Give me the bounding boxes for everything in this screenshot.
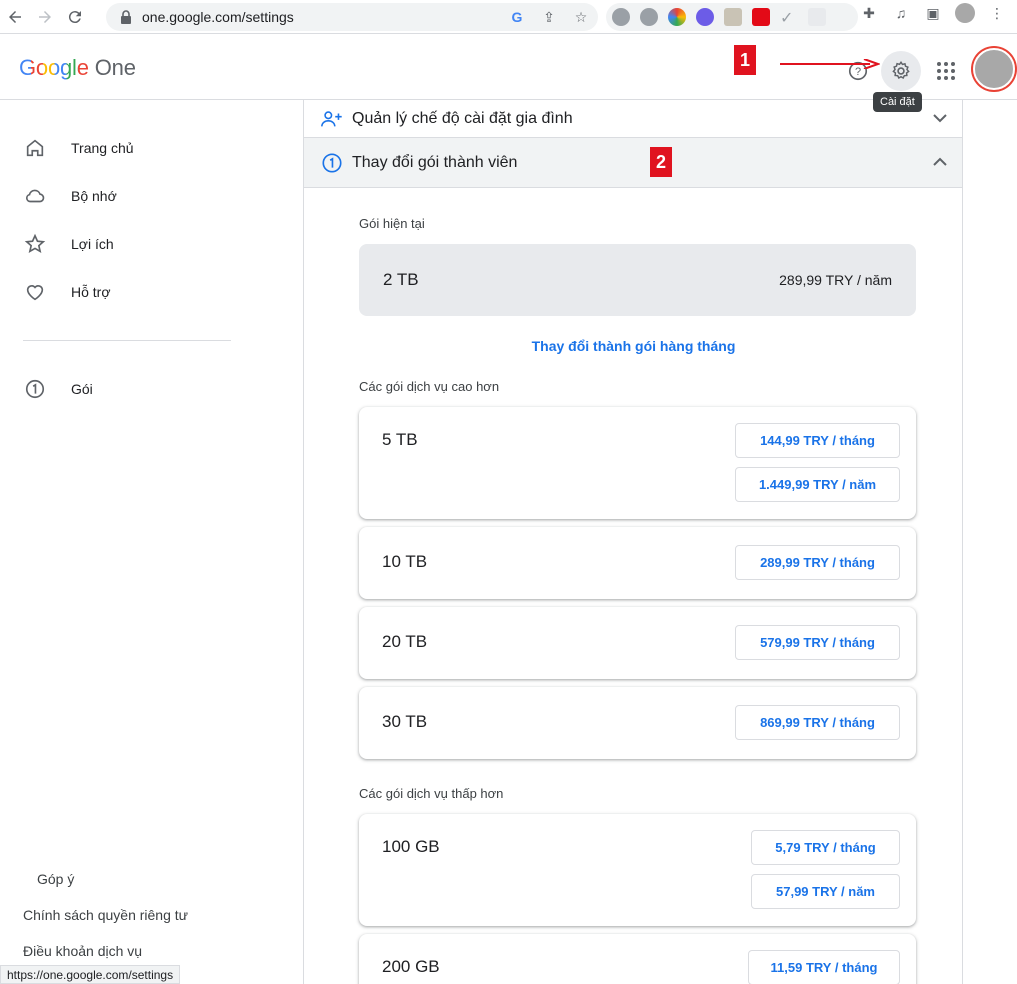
sidebar-item-label: Hỗ trợ [71, 284, 111, 300]
plan-size: 30 TB [382, 712, 428, 731]
plan-size: 200 GB [382, 957, 440, 976]
lower-plans-label: Các gói dịch vụ thấp hơn [359, 786, 504, 801]
chevron-down-icon [933, 110, 947, 128]
plan-card-200gb: 200 GB 11,59 TRY / tháng [359, 934, 916, 984]
address-bar[interactable]: one.google.com/settings G ⇪ ☆ [106, 3, 598, 31]
heart-icon [23, 280, 47, 304]
browser-profile-avatar[interactable] [955, 3, 975, 23]
privacy-policy-link[interactable]: Chính sách quyền riêng tư [23, 907, 188, 923]
share-icon[interactable]: ⇪ [540, 8, 558, 26]
change-plan-row[interactable]: Thay đổi gói thành viên [304, 138, 962, 188]
annotation-marker-1: 1 [734, 45, 756, 75]
extension-icon[interactable] [696, 8, 714, 26]
sidebar-item-label: Lợi ích [71, 236, 114, 252]
sidebar-item-plans[interactable]: Gói [23, 369, 93, 409]
text-extension-icon[interactable] [808, 8, 826, 26]
sidebar-item-storage[interactable]: Bộ nhớ [23, 176, 117, 216]
apps-icon[interactable] [926, 51, 966, 91]
plan-size: 100 GB [382, 837, 440, 856]
sidebar-nav: Trang chủ Bộ nhớ Lợi ích Hỗ trợ Gói Góp … [0, 100, 304, 984]
gear-icon[interactable] [881, 51, 921, 91]
turkey-flag-icon[interactable] [752, 8, 770, 26]
plan-monthly-price-button[interactable]: 11,59 TRY / tháng [748, 950, 900, 984]
cloud-icon [23, 184, 47, 208]
reload-icon[interactable] [60, 2, 90, 32]
url-text: one.google.com/settings [142, 9, 294, 25]
family-settings-label: Quản lý chế độ cài đặt gia đình [352, 109, 573, 127]
feedback-link[interactable]: Góp ý [37, 871, 74, 887]
extension-icon[interactable] [640, 8, 658, 26]
plan-yearly-price-button[interactable]: 1.449,99 TRY / năm [735, 467, 900, 502]
sidebar-item-label: Bộ nhớ [71, 188, 117, 204]
settings-tooltip: Cài đặt [873, 92, 922, 112]
bookmark-star-icon[interactable]: ☆ [572, 8, 590, 26]
plan-monthly-price-button[interactable]: 579,99 TRY / tháng [735, 625, 900, 660]
extension-icon[interactable] [612, 8, 630, 26]
family-settings-row[interactable]: Quản lý chế độ cài đặt gia đình [304, 100, 962, 138]
sidepanel-icon[interactable]: ▣ [923, 3, 943, 23]
kebab-menu-icon[interactable]: ⋮ [987, 3, 1007, 23]
current-plan-size: 2 TB [383, 270, 419, 289]
higher-plans-label: Các gói dịch vụ cao hơn [359, 379, 500, 394]
sidebar-item-label: Trang chủ [71, 140, 134, 156]
star-icon [23, 232, 47, 256]
browser-toolbar: one.google.com/settings G ⇪ ☆ ✓ ✚ ♫ ▣ ⋮ [0, 0, 1017, 34]
plan-size: 5 TB [382, 430, 418, 449]
current-plan-card: 2 TB 289,99 TRY / năm [359, 244, 916, 316]
ap-extension-icon[interactable] [724, 8, 742, 26]
plan-size: 10 TB [382, 552, 428, 571]
plan-card-30tb: 30 TB 869,99 TRY / tháng [359, 687, 916, 759]
annotation-arrow [780, 59, 880, 69]
plan-card-10tb: 10 TB 289,99 TRY / tháng [359, 527, 916, 599]
sidebar-divider [23, 340, 231, 341]
media-icon[interactable]: ♫ [891, 3, 911, 23]
check-extension-icon[interactable]: ✓ [780, 8, 798, 27]
right-rail [963, 100, 1017, 984]
plan-yearly-price-button[interactable]: 57,99 TRY / năm [751, 874, 900, 909]
color-picker-extension-icon[interactable] [668, 8, 686, 26]
plan-size: 20 TB [382, 632, 428, 651]
help-icon[interactable]: ? [838, 51, 878, 91]
home-icon [23, 136, 47, 160]
annotation-marker-2: 2 [650, 147, 672, 177]
settings-main-panel: Quản lý chế độ cài đặt gia đình Thay đổi… [304, 100, 963, 984]
status-bar-url: https://one.google.com/settings [0, 965, 181, 984]
plan-one-icon [23, 377, 47, 401]
switch-to-monthly-link[interactable]: Thay đổi thành gói hàng tháng [304, 338, 962, 354]
lock-icon [121, 10, 131, 24]
google-one-logo[interactable]: Google One [19, 55, 136, 81]
change-plan-label: Thay đổi gói thành viên [352, 153, 518, 171]
sidebar-item-home[interactable]: Trang chủ [23, 128, 134, 168]
add-family-icon [320, 107, 344, 131]
back-icon[interactable] [0, 2, 30, 32]
terms-of-service-link[interactable]: Điều khoản dịch vụ [23, 943, 142, 959]
current-plan-label: Gói hiện tại [359, 216, 425, 231]
forward-icon[interactable] [30, 2, 60, 32]
plan-monthly-price-button[interactable]: 5,79 TRY / tháng [751, 830, 900, 865]
extensions-bar: ✓ [606, 3, 858, 31]
plan-one-icon [320, 151, 344, 175]
plan-monthly-price-button[interactable]: 144,99 TRY / tháng [735, 423, 900, 458]
sidebar-item-support[interactable]: Hỗ trợ [23, 272, 111, 312]
plan-monthly-price-button[interactable]: 869,99 TRY / tháng [735, 705, 900, 740]
sidebar-item-benefits[interactable]: Lợi ích [23, 224, 114, 264]
sidebar-item-label: Gói [71, 381, 93, 397]
account-avatar[interactable] [973, 48, 1015, 90]
plan-monthly-price-button[interactable]: 289,99 TRY / tháng [735, 545, 900, 580]
plan-card-100gb: 100 GB 5,79 TRY / tháng 57,99 TRY / năm [359, 814, 916, 926]
chevron-up-icon [933, 154, 947, 172]
current-plan-price: 289,99 TRY / năm [779, 272, 892, 288]
plan-card-5tb: 5 TB 144,99 TRY / tháng 1.449,99 TRY / n… [359, 407, 916, 519]
google-lens-icon[interactable]: G [508, 8, 526, 26]
puzzle-icon[interactable]: ✚ [859, 3, 879, 23]
plan-card-20tb: 20 TB 579,99 TRY / tháng [359, 607, 916, 679]
